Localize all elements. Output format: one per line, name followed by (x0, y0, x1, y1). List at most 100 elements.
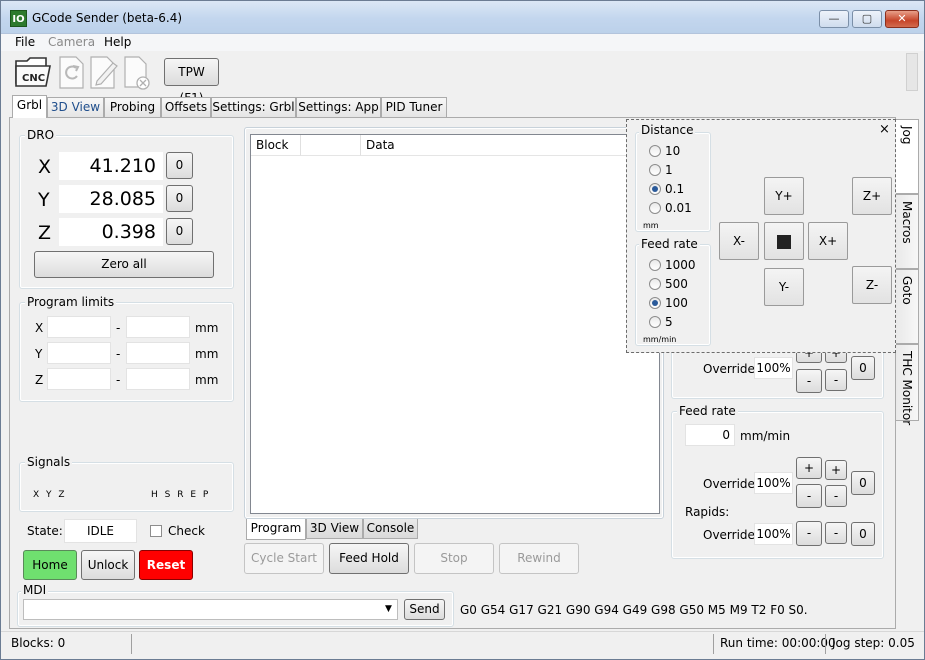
zero-all-button[interactable]: Zero all (34, 251, 214, 278)
feed-coarse-minus-button[interactable]: - (796, 484, 822, 508)
jog-x-plus-button[interactable]: X+ (808, 222, 848, 260)
distance-radio-0-01[interactable] (649, 202, 661, 214)
check-mode-checkbox[interactable] (150, 525, 162, 537)
status-run-time: Run time: 00:00:00 (720, 636, 836, 650)
feed-option-5: 5 (665, 315, 673, 329)
feed-hold-button[interactable]: Feed Hold (329, 543, 409, 574)
jog-x-minus-button[interactable]: X- (719, 222, 759, 260)
zero-x-button[interactable]: 0 (166, 152, 193, 179)
jog-y-plus-button[interactable]: Y+ (764, 177, 804, 215)
program-grid[interactable]: Block Data (250, 134, 660, 514)
rewind-button[interactable]: Rewind (499, 543, 579, 574)
open-cnc-file-icon[interactable]: CNC (13, 53, 53, 91)
subtab-program[interactable]: Program (246, 519, 306, 540)
home-button[interactable]: Home (23, 550, 77, 580)
app-window: IO GCode Sender (beta-6.4) — ▢ ✕ File Ca… (0, 0, 925, 660)
tab-pid-tuner[interactable]: PID Tuner (381, 97, 447, 117)
feed-fine-plus-button[interactable]: + (825, 460, 847, 480)
tab-settings-grbl[interactable]: Settings: Grbl (211, 97, 296, 117)
unlock-button[interactable]: Unlock (81, 550, 135, 580)
toolbar: CNC TPW (F1) (1, 51, 924, 105)
tab-3d-view[interactable]: 3D View (47, 97, 104, 117)
distance-radio-10[interactable] (649, 145, 661, 157)
column-status[interactable] (301, 135, 361, 156)
side-tab-thc-monitor[interactable]: THC Monitor (896, 344, 919, 425)
tab-probing[interactable]: Probing (104, 97, 161, 117)
column-data[interactable]: Data (361, 135, 659, 156)
status-blocks: Blocks: 0 (11, 636, 66, 650)
stop-button[interactable]: Stop (414, 543, 494, 574)
title-bar: IO GCode Sender (beta-6.4) — ▢ ✕ (1, 1, 924, 34)
signals-label: Signals (25, 455, 73, 469)
jog-feed-label: Feed rate (639, 237, 700, 251)
toolbar-overflow-scroll[interactable] (906, 53, 918, 91)
feed-coarse-plus-button[interactable]: + (796, 457, 822, 479)
mdi-label: MDI (21, 583, 49, 597)
feed-option-500: 500 (665, 277, 688, 291)
jog-popup-close-button[interactable]: × (879, 122, 890, 137)
feed-radio-1000[interactable] (649, 259, 661, 271)
reload-icon[interactable] (56, 53, 90, 91)
feed-override-label: Override (703, 477, 755, 491)
feed-radio-5[interactable] (649, 316, 661, 328)
dro-axis-x: X (38, 156, 52, 178)
edit-icon[interactable] (87, 53, 121, 91)
distance-radio-0-1[interactable] (649, 183, 661, 195)
minimize-button[interactable]: — (819, 10, 849, 28)
menu-help[interactable]: Help (104, 35, 131, 49)
feed-override-reset-button[interactable]: 0 (851, 471, 875, 495)
side-tab-jog[interactable]: Jog (896, 119, 919, 194)
mdi-dropdown-icon[interactable]: ▼ (385, 604, 392, 614)
close-file-icon[interactable] (121, 53, 155, 91)
spindle-coarse-minus-button[interactable]: - (796, 369, 822, 393)
side-tab-goto-label: Goto (900, 276, 914, 305)
side-tab-macros[interactable]: Macros (896, 194, 919, 269)
mdi-send-button[interactable]: Send (404, 599, 445, 620)
spindle-fine-minus-button[interactable]: - (825, 369, 847, 391)
cycle-start-button[interactable]: Cycle Start (244, 543, 324, 574)
distance-option-1: 1 (665, 163, 673, 177)
tpw-button[interactable]: TPW (F1) (164, 58, 219, 105)
rapids-override-reset-button[interactable]: 0 (851, 522, 875, 546)
subtab-console[interactable]: Console (363, 519, 418, 539)
tab-settings-app[interactable]: Settings: App (296, 97, 381, 117)
tab-offsets[interactable]: Offsets (161, 97, 211, 117)
feed-unit: mm/min (643, 335, 677, 344)
distance-unit: mm (643, 221, 659, 230)
mdi-input[interactable] (23, 599, 398, 620)
jog-y-minus-button[interactable]: Y- (764, 268, 804, 306)
menu-file[interactable]: File (15, 35, 35, 49)
side-tab-goto[interactable]: Goto (896, 269, 919, 344)
window-title: GCode Sender (beta-6.4) (32, 11, 183, 25)
jog-z-minus-button[interactable]: Z- (852, 266, 892, 304)
jog-stop-button[interactable] (764, 222, 804, 260)
limit-z-unit: mm (195, 373, 219, 387)
state-label: State: (27, 524, 63, 538)
menu-camera[interactable]: Camera (48, 35, 95, 49)
limit-y-dash: - (116, 347, 121, 361)
feed-rate-label: Feed rate (677, 404, 738, 418)
limit-x-dash: - (116, 321, 121, 335)
spindle-override-label: Override (703, 362, 755, 376)
distance-radio-1[interactable] (649, 164, 661, 176)
feed-radio-100[interactable] (649, 297, 661, 309)
feed-fine-minus-button[interactable]: - (825, 485, 847, 507)
maximize-button[interactable]: ▢ (852, 10, 882, 28)
rapids-fine-minus-button[interactable]: - (825, 522, 847, 544)
jog-z-plus-button[interactable]: Z+ (852, 177, 892, 215)
close-window-button[interactable]: ✕ (885, 10, 919, 28)
tab-grbl[interactable]: Grbl (12, 95, 47, 118)
dro-axis-y: Y (38, 189, 50, 211)
zero-z-button[interactable]: 0 (166, 218, 193, 245)
spindle-override-reset-button[interactable]: 0 (851, 356, 875, 380)
feed-override-value: 100% (754, 472, 793, 494)
status-separator (713, 634, 714, 654)
zero-y-button[interactable]: 0 (166, 185, 193, 212)
distance-option-0-01: 0.01 (665, 201, 692, 215)
column-block[interactable]: Block (251, 135, 301, 156)
rapids-coarse-minus-button[interactable]: - (796, 521, 822, 546)
dro-value-x: 41.210 (59, 152, 163, 180)
subtab-3d-view[interactable]: 3D View (306, 519, 363, 539)
reset-button[interactable]: Reset (139, 550, 193, 580)
feed-radio-500[interactable] (649, 278, 661, 290)
